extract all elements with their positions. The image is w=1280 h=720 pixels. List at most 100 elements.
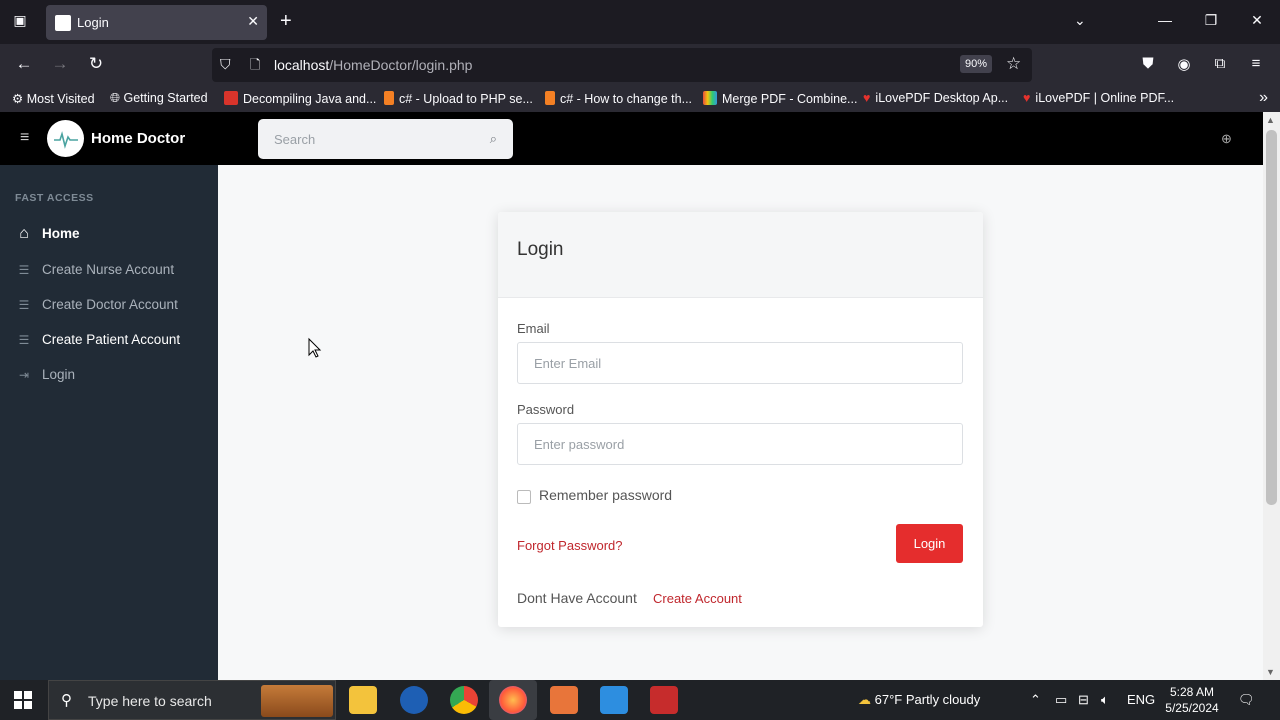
- url-bar[interactable]: ⛉ 🗋 localhost/HomeDoctor/login.php 90% ☆: [212, 48, 1032, 82]
- bookmark-upload-php[interactable]: c# - Upload to PHP se...: [384, 91, 533, 106]
- login-card: Login Email Password Remember password F…: [498, 212, 983, 627]
- bookmark-how-to-change[interactable]: c# - How to change th...: [545, 91, 692, 106]
- partly-cloudy-icon: ☁: [858, 692, 871, 707]
- login-card-header: Login: [498, 212, 983, 298]
- notifications-icon[interactable]: 🗨︎: [1238, 692, 1255, 708]
- tab-list-icon[interactable]: ▣: [10, 12, 30, 32]
- forgot-password-link[interactable]: Forgot Password?: [517, 538, 623, 553]
- bookmarks-bar: ⚙ Most Visited 🌐︎ Getting Started Decomp…: [0, 86, 1280, 112]
- browser-tab-bar: ▣ Login ✕ + ⌄ — ❐ ✕: [0, 0, 1280, 44]
- heart-icon: ♥: [1023, 91, 1031, 105]
- list-icon: ☰: [18, 298, 30, 312]
- taskbar-clock[interactable]: 5:28 AM 5/25/2024: [1160, 684, 1224, 716]
- no-account-text: Dont Have Account: [517, 590, 637, 606]
- bookmark-merge-pdf[interactable]: Merge PDF - Combine...: [703, 91, 857, 106]
- search-icon: ⚲: [61, 692, 72, 709]
- chrome-icon[interactable]: [450, 686, 478, 714]
- bookmark-getting-started[interactable]: 🌐︎ Getting Started: [110, 91, 208, 106]
- bookmark-star-icon[interactable]: ☆: [1006, 54, 1021, 74]
- scroll-down-icon[interactable]: ▼: [1266, 667, 1275, 677]
- search-highlight-image[interactable]: [261, 685, 333, 717]
- app-icon-orange[interactable]: [550, 686, 578, 714]
- firefox-icon[interactable]: [499, 686, 527, 714]
- multicolor-favicon-icon: [703, 91, 717, 105]
- search-box: ⌕: [258, 119, 513, 159]
- clock-time: 5:28 AM: [1169, 685, 1215, 699]
- zoom-level[interactable]: 90%: [960, 55, 993, 73]
- tab-title: Login: [77, 15, 109, 30]
- extensions-icon[interactable]: ⧉: [1210, 55, 1230, 72]
- minimize-icon[interactable]: —: [1155, 12, 1175, 28]
- search-input[interactable]: [258, 119, 478, 159]
- window-close-icon[interactable]: ✕: [1247, 12, 1267, 29]
- page-scrollbar[interactable]: ▲ ▼: [1263, 112, 1280, 680]
- page-viewport: ≡ Home Doctor ⌕ ⊕ FAST ACCESS ⌂Home ☰Cre…: [0, 112, 1280, 680]
- globe-icon[interactable]: ⊕: [1221, 131, 1232, 147]
- taskbar-search[interactable]: ⚲ Type here to search: [48, 680, 336, 720]
- file-explorer-icon[interactable]: [349, 686, 377, 714]
- home-icon: ⌂: [19, 225, 29, 242]
- shield-icon[interactable]: ⛉: [220, 56, 231, 73]
- bookmark-ilovepdf-desktop[interactable]: ♥ iLovePDF Desktop Ap...: [863, 91, 1008, 105]
- app-header: ≡ Home Doctor ⌕ ⊕: [0, 112, 1263, 165]
- scrollbar-thumb[interactable]: [1266, 130, 1277, 505]
- url-text[interactable]: localhost/HomeDoctor/login.php: [274, 57, 472, 73]
- globe-icon: 🌐︎: [110, 91, 121, 105]
- restore-icon[interactable]: ❐: [1201, 12, 1221, 29]
- heart-icon: ♥: [863, 91, 871, 105]
- vscode-icon[interactable]: [600, 686, 628, 714]
- email-label: Email: [517, 321, 550, 336]
- search-icon[interactable]: ⌕: [490, 131, 497, 147]
- sidebar-item-create-patient[interactable]: ☰ Create Patient Account: [15, 332, 180, 354]
- volume-icon[interactable]: 🔈︎: [1101, 692, 1109, 708]
- page-icon[interactable]: 🗋: [250, 56, 260, 78]
- reload-icon[interactable]: ↻: [85, 54, 107, 76]
- password-field[interactable]: [517, 423, 963, 465]
- chevron-right-double-icon[interactable]: »: [1259, 89, 1268, 107]
- sidebar-item-home[interactable]: ⌂ Home: [15, 225, 79, 247]
- back-icon[interactable]: ←: [13, 54, 35, 76]
- bookmark-most-visited[interactable]: ⚙ Most Visited: [12, 91, 95, 106]
- gear-icon: ⚙: [12, 92, 24, 106]
- close-tab-icon[interactable]: ✕: [247, 13, 259, 30]
- tab-favicon: [55, 15, 71, 31]
- brand-name[interactable]: Home Doctor: [91, 130, 185, 147]
- email-field[interactable]: [517, 342, 963, 384]
- tray-chevron-up-icon[interactable]: ⌃: [1030, 692, 1041, 708]
- sign-in-icon: ⇥: [18, 368, 30, 382]
- login-button[interactable]: Login: [896, 524, 963, 563]
- weather-widget[interactable]: ☁ 67°F Partly cloudy: [858, 692, 980, 708]
- windows-start-icon[interactable]: [14, 691, 32, 709]
- chevron-down-icon[interactable]: ⌄: [1074, 12, 1086, 29]
- list-icon: ☰: [18, 263, 30, 277]
- language-indicator[interactable]: ENG: [1127, 692, 1155, 707]
- password-label: Password: [517, 402, 575, 417]
- sidebar-heading: FAST ACCESS: [15, 192, 94, 204]
- app-icon-red[interactable]: [650, 686, 678, 714]
- battery-icon[interactable]: ▭: [1055, 692, 1067, 708]
- bookmark-decompiling-java[interactable]: Decompiling Java and...: [224, 91, 376, 106]
- network-icon[interactable]: ⊟: [1078, 692, 1089, 708]
- red-favicon-icon: [224, 91, 238, 105]
- logo[interactable]: [47, 120, 84, 157]
- create-account-link[interactable]: Create Account: [653, 591, 742, 606]
- menu-icon[interactable]: ≡: [1246, 55, 1266, 72]
- browser-tab[interactable]: Login ✕: [46, 5, 267, 40]
- main-content: Login Email Password Remember password F…: [218, 165, 1263, 680]
- sidebar-item-create-nurse[interactable]: ☰ Create Nurse Account: [15, 262, 174, 284]
- account-icon[interactable]: ◉: [1174, 55, 1194, 73]
- sidebar-item-login[interactable]: ⇥ Login: [15, 367, 75, 389]
- new-tab-icon[interactable]: +: [280, 10, 292, 33]
- remember-password-checkbox[interactable]: [517, 490, 531, 504]
- remember-password-label[interactable]: Remember password: [539, 487, 672, 503]
- forward-icon[interactable]: →: [49, 54, 71, 76]
- bookmark-ilovepdf-online[interactable]: ♥ iLovePDF | Online PDF...: [1023, 91, 1174, 105]
- stackoverflow-icon: [545, 91, 555, 105]
- list-icon: ☰: [18, 333, 30, 347]
- hamburger-menu-icon[interactable]: ≡: [20, 129, 29, 147]
- sidebar-item-create-doctor[interactable]: ☰ Create Doctor Account: [15, 297, 178, 319]
- pocket-icon[interactable]: ⛊: [1138, 55, 1158, 72]
- app-icon-blue[interactable]: [400, 686, 428, 714]
- taskbar: ⚲ Type here to search ☁ 67°F Partly clou…: [0, 680, 1280, 720]
- scroll-up-icon[interactable]: ▲: [1266, 115, 1275, 125]
